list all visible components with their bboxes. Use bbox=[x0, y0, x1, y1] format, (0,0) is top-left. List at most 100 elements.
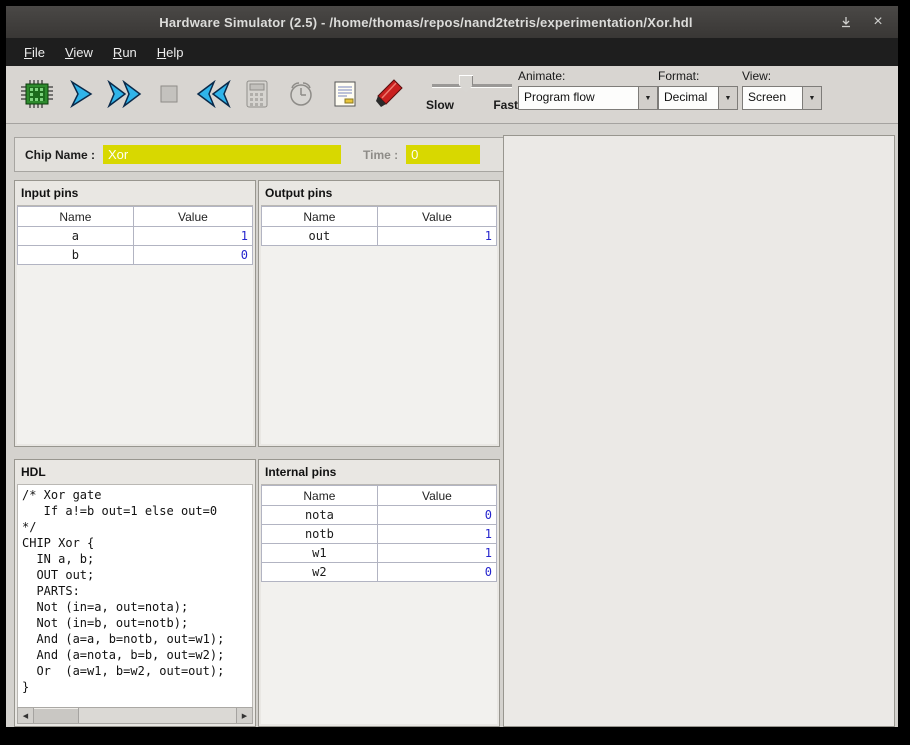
toolbar-buttons bbox=[16, 73, 409, 115]
reset-button[interactable] bbox=[192, 73, 233, 115]
animate-dropdown-button[interactable]: ▼ bbox=[638, 87, 657, 109]
pin-name: nota bbox=[262, 506, 378, 525]
menu-run[interactable]: Run bbox=[103, 41, 147, 64]
menubar: File View Run Help bbox=[6, 38, 898, 66]
hdl-panel: HDL /* Xor gate If a!=b out=1 else out=0… bbox=[14, 459, 256, 727]
scroll-right-button[interactable]: ▶ bbox=[236, 708, 252, 723]
clear-button[interactable] bbox=[368, 73, 409, 115]
code-line: } bbox=[22, 679, 248, 695]
run-icon bbox=[107, 80, 143, 108]
scrollbar-thumb[interactable] bbox=[34, 708, 79, 723]
reset-icon bbox=[195, 80, 231, 108]
menu-help[interactable]: Help bbox=[147, 41, 194, 64]
table-header-row: Name Value bbox=[262, 207, 497, 227]
chevron-down-icon: ▼ bbox=[809, 95, 816, 102]
slow-label: Slow bbox=[426, 98, 454, 112]
pin-value[interactable]: 0 bbox=[377, 563, 496, 582]
pin-value[interactable]: 1 bbox=[133, 227, 252, 246]
close-icon: × bbox=[873, 14, 882, 30]
value-column-header: Value bbox=[377, 207, 496, 227]
fast-label: Fast bbox=[493, 98, 518, 112]
scroll-left-icon: ◀ bbox=[23, 712, 28, 720]
pin-name: w2 bbox=[262, 563, 378, 582]
stop-icon bbox=[157, 82, 181, 106]
table-row: notb 1 bbox=[262, 525, 497, 544]
table-row: a 1 bbox=[18, 227, 253, 246]
format-group: Format: Decimal ▼ bbox=[658, 69, 738, 110]
code-line: /* Xor gate bbox=[22, 487, 248, 503]
value-column-header: Value bbox=[133, 207, 252, 227]
single-step-icon bbox=[68, 80, 94, 108]
format-select[interactable]: Decimal ▼ bbox=[658, 86, 738, 110]
stop-button[interactable] bbox=[148, 73, 189, 115]
input-pins-panel: Input pins Name Value a 1 b 0 bbox=[14, 180, 256, 447]
menu-view[interactable]: View bbox=[55, 41, 103, 64]
code-line: Not (in=a, out=nota); bbox=[22, 599, 248, 615]
toolbar: Slow Fast Animate: Program flow ▼ Format… bbox=[6, 66, 898, 124]
internal-pins-table: Name Value nota 0 notb 1 w1 1 bbox=[261, 484, 497, 724]
menu-file[interactable]: File bbox=[14, 41, 55, 64]
pin-value[interactable]: 1 bbox=[377, 227, 496, 246]
internal-pins-title: Internal pins bbox=[259, 460, 499, 482]
slider-thumb[interactable] bbox=[459, 75, 473, 93]
pin-value[interactable]: 1 bbox=[377, 525, 496, 544]
format-dropdown-button[interactable]: ▼ bbox=[718, 87, 737, 109]
brush-icon bbox=[373, 78, 405, 110]
output-pins-panel: Output pins Name Value out 1 bbox=[258, 180, 500, 447]
hdl-title: HDL bbox=[15, 460, 255, 482]
output-pins-table: Name Value out 1 bbox=[261, 205, 497, 444]
table-row: w2 0 bbox=[262, 563, 497, 582]
run-button[interactable] bbox=[104, 73, 145, 115]
code-line: PARTS: bbox=[22, 583, 248, 599]
minimize-button[interactable] bbox=[836, 12, 856, 32]
table-row: out 1 bbox=[262, 227, 497, 246]
clock-icon bbox=[286, 79, 316, 109]
minimize-icon bbox=[840, 16, 852, 28]
pin-value[interactable]: 0 bbox=[377, 506, 496, 525]
code-line: And (a=nota, b=b, out=w2); bbox=[22, 647, 248, 663]
animate-select[interactable]: Program flow ▼ bbox=[518, 86, 658, 110]
code-line: If a!=b out=1 else out=0 bbox=[22, 503, 248, 519]
slider-labels: Slow Fast bbox=[426, 98, 518, 112]
speed-slider[interactable]: Slow Fast bbox=[426, 71, 518, 117]
load-chip-button[interactable] bbox=[16, 73, 57, 115]
view-dropdown-button[interactable]: ▼ bbox=[802, 87, 821, 109]
table-row: nota 0 bbox=[262, 506, 497, 525]
script-button[interactable] bbox=[324, 73, 365, 115]
animate-label: Animate: bbox=[518, 69, 658, 83]
clock-button[interactable] bbox=[280, 73, 321, 115]
pin-name: w1 bbox=[262, 544, 378, 563]
code-line: IN a, b; bbox=[22, 551, 248, 567]
chip-name-bar: Chip Name : Xor Time : 0 bbox=[14, 137, 520, 172]
code-line: OUT out; bbox=[22, 567, 248, 583]
time-label: Time : bbox=[363, 148, 398, 162]
close-button[interactable]: × bbox=[868, 12, 888, 32]
pin-value[interactable]: 1 bbox=[377, 544, 496, 563]
value-column-header: Value bbox=[377, 486, 496, 506]
input-pins-title: Input pins bbox=[15, 181, 255, 203]
pin-name: out bbox=[262, 227, 378, 246]
titlebar[interactable]: Hardware Simulator (2.5) - /home/thomas/… bbox=[6, 6, 898, 38]
chip-name-field: Xor bbox=[103, 145, 341, 164]
hdl-horizontal-scrollbar[interactable]: ◀ ▶ bbox=[17, 707, 253, 724]
table-header-row: Name Value bbox=[18, 207, 253, 227]
calculator-button[interactable] bbox=[236, 73, 277, 115]
content-area: Chip Name : Xor Time : 0 Input pins Name… bbox=[6, 124, 898, 727]
view-select[interactable]: Screen ▼ bbox=[742, 86, 822, 110]
view-value: Screen bbox=[743, 87, 802, 109]
pin-name: a bbox=[18, 227, 134, 246]
code-line: */ bbox=[22, 519, 248, 535]
code-line: CHIP Xor { bbox=[22, 535, 248, 551]
script-icon bbox=[331, 79, 359, 109]
single-step-button[interactable] bbox=[60, 73, 101, 115]
table-header-row: Name Value bbox=[262, 486, 497, 506]
name-column-header: Name bbox=[18, 207, 134, 227]
animate-value: Program flow bbox=[519, 87, 638, 109]
output-pins-title: Output pins bbox=[259, 181, 499, 203]
name-column-header: Name bbox=[262, 207, 378, 227]
pin-value[interactable]: 0 bbox=[133, 246, 252, 265]
window-controls: × bbox=[836, 12, 888, 32]
view-label: View: bbox=[742, 69, 822, 83]
table-row: b 0 bbox=[18, 246, 253, 265]
scroll-left-button[interactable]: ◀ bbox=[18, 708, 34, 723]
